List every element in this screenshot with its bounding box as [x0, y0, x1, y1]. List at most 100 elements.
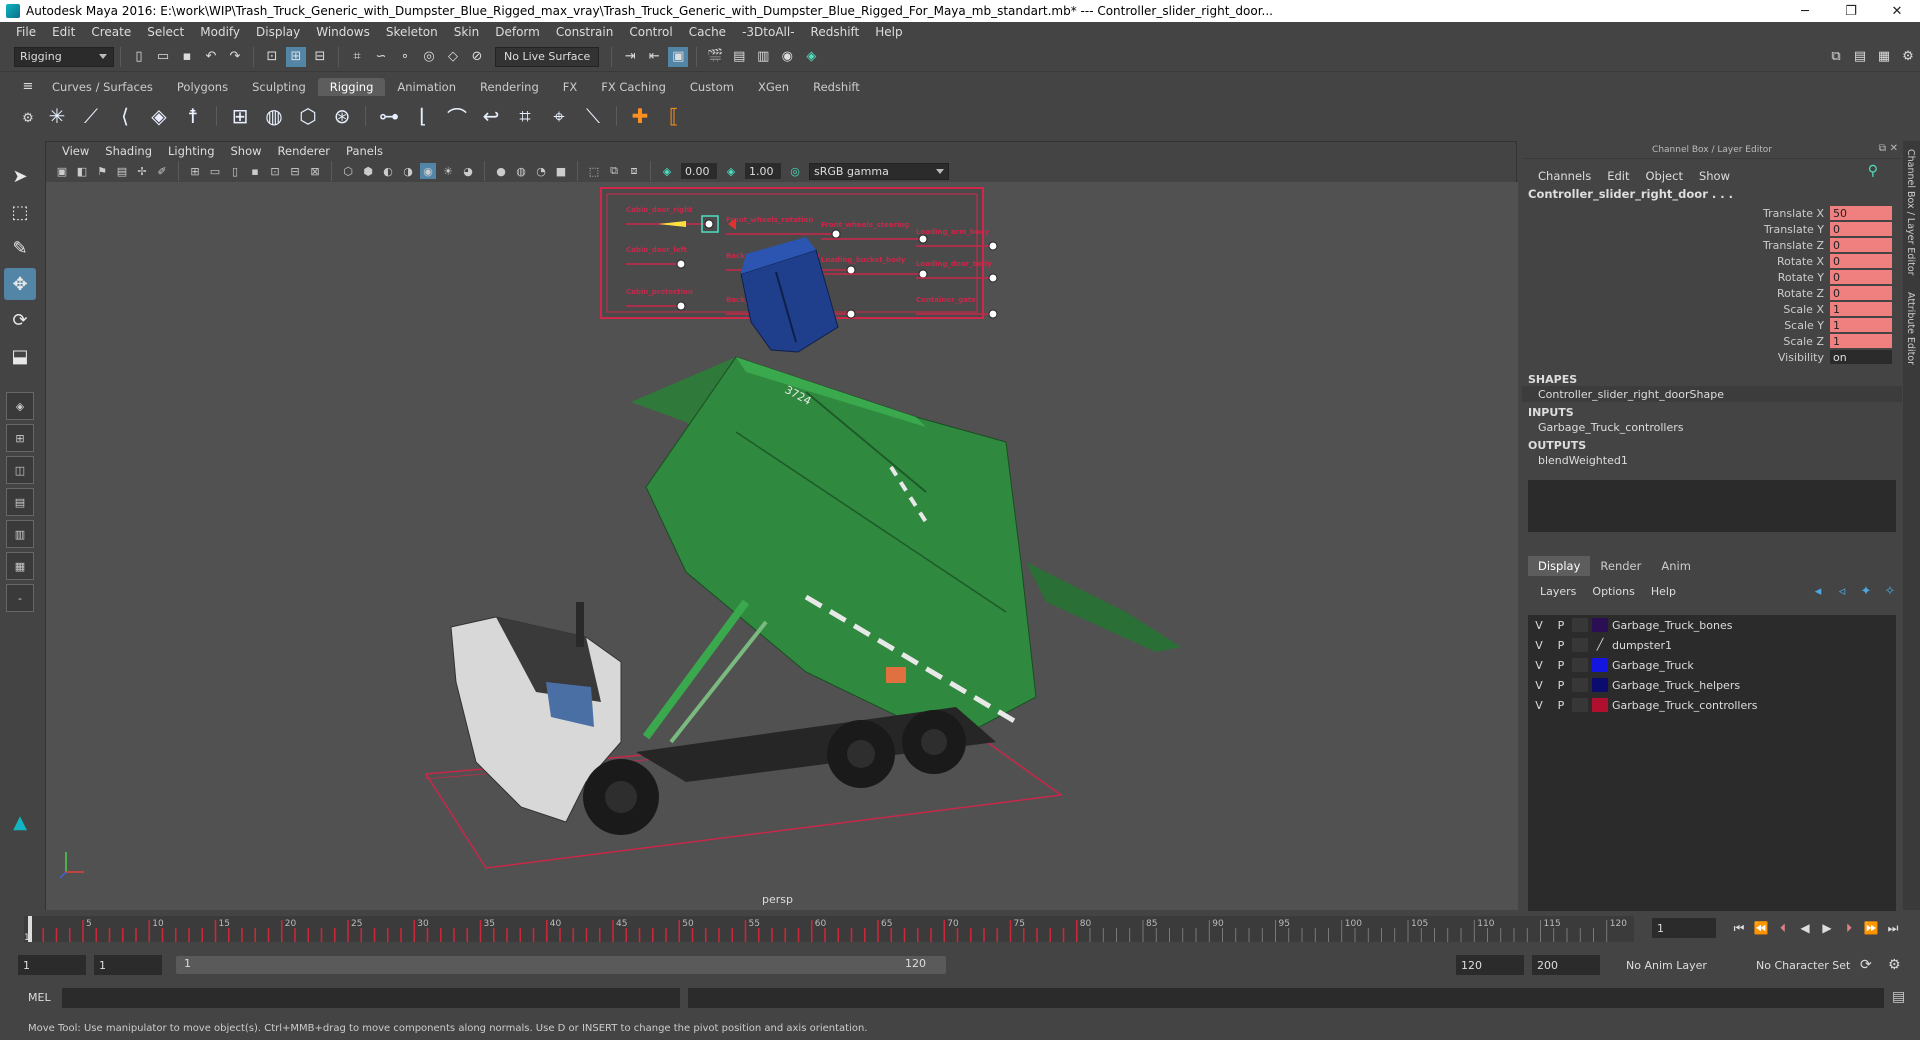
shelf-tab-redshift[interactable]: Redshift — [801, 78, 872, 96]
attribute-row-translate-y[interactable]: Translate Y 0 — [1522, 221, 1902, 237]
ambient-occlusion-icon[interactable]: ● — [493, 163, 509, 179]
character-set-dropdown[interactable]: No Character Set — [1756, 955, 1850, 975]
new-layer-icon[interactable]: ✦ — [1856, 581, 1876, 601]
maya-home-icon[interactable]: ▲ — [4, 806, 36, 838]
layer-menu-layers[interactable]: Layers — [1532, 585, 1584, 598]
step-back-key-icon[interactable]: ⏪ — [1750, 918, 1772, 938]
input-output-icon[interactable]: ⇥ — [620, 47, 640, 67]
anim-prefs-icon[interactable]: ⚙ — [1888, 955, 1901, 975]
menu-deform[interactable]: Deform — [487, 25, 548, 39]
time-slider-track[interactable]: 5 10 15 20 25 30 35 40 45 50 55 60 65 70 75 80 85 90 95 100… — [24, 916, 1634, 943]
layer-name[interactable]: Garbage_Truck — [1612, 659, 1896, 672]
step-back-frame-icon[interactable]: ⏴ — [1772, 918, 1794, 938]
new-scene-icon[interactable]: ▯ — [129, 47, 149, 67]
ik-handle-icon[interactable]: ⟋ — [76, 101, 106, 131]
render-settings-icon[interactable]: ▣ — [668, 46, 689, 67]
layer-name[interactable]: dumpster1 — [1612, 639, 1896, 652]
controller-slider-knob[interactable] — [988, 273, 998, 283]
move-tool-icon[interactable]: ✥ — [4, 268, 36, 300]
script-editor-icon[interactable]: ▤ — [1892, 989, 1905, 1005]
smooth-bind-icon[interactable]: ⬡ — [293, 101, 323, 131]
color-management-icon[interactable]: ◎ — [787, 163, 803, 179]
live-surface-field[interactable]: No Live Surface — [495, 46, 600, 67]
persp-graph-layout-icon[interactable]: ▦ — [6, 552, 34, 580]
render-view-icon[interactable]: ▥ — [753, 47, 773, 67]
layer-row[interactable]: V P Garbage_Truck_controllers — [1528, 695, 1896, 715]
controller-slider-knob[interactable] — [676, 301, 686, 311]
viewport-menu-lighting[interactable]: Lighting — [160, 144, 222, 158]
channel-menu-show[interactable]: Show — [1691, 169, 1738, 183]
attribute-row-scale-z[interactable]: Scale Z 1 — [1522, 333, 1902, 349]
menu-cache[interactable]: Cache — [681, 25, 734, 39]
menu-3dtoall[interactable]: -3DtoAll- — [734, 25, 802, 39]
layer-row[interactable]: V P Garbage_Truck_helpers — [1528, 675, 1896, 695]
layer-tab-render[interactable]: Render — [1590, 556, 1651, 576]
attribute-row-rotate-z[interactable]: Rotate Z 0 — [1522, 285, 1902, 301]
layer-name[interactable]: Garbage_Truck_controllers — [1612, 699, 1896, 712]
redo-icon[interactable]: ↷ — [225, 47, 245, 67]
layer-color-swatch[interactable] — [1592, 698, 1608, 712]
attribute-value-field[interactable]: 0 — [1830, 270, 1892, 284]
layer-type-toggle[interactable] — [1572, 618, 1588, 632]
move-layer-up-icon[interactable]: ◂ — [1808, 581, 1828, 601]
shelf-tab-sculpting[interactable]: Sculpting — [240, 78, 318, 96]
playback-end-field[interactable]: 120 — [1456, 955, 1524, 975]
use-lights-icon[interactable]: ☀ — [440, 163, 456, 179]
animation-start-field[interactable]: 1 — [18, 955, 86, 975]
channel-box-pick-icon[interactable]: ⚲ — [1868, 163, 1878, 179]
range-bar[interactable]: 1 120 — [176, 956, 946, 974]
visibility-toggle[interactable]: V — [1528, 699, 1550, 712]
open-scene-icon[interactable]: ▭ — [153, 47, 173, 67]
layer-name[interactable]: Garbage_Truck_bones — [1612, 619, 1896, 632]
channel-menu-channels[interactable]: Channels — [1530, 169, 1599, 183]
layer-type-toggle[interactable] — [1572, 638, 1588, 652]
minimize-button[interactable]: ─ — [1782, 0, 1828, 22]
smooth-shade-icon[interactable]: ⬢ — [360, 163, 376, 179]
layer-color-swatch[interactable] — [1592, 658, 1608, 672]
joint-tool-icon[interactable]: ✳ — [42, 101, 72, 131]
safe-title-icon[interactable]: ⊠ — [307, 163, 323, 179]
visibility-toggle[interactable]: V — [1528, 639, 1550, 652]
input-node[interactable]: Garbage_Truck_controllers — [1522, 419, 1902, 435]
hypershade-icon[interactable]: ◉ — [777, 47, 797, 67]
attribute-value-field[interactable]: 50 — [1830, 206, 1892, 220]
tool-settings-icon[interactable]: ⚙ — [1898, 47, 1918, 67]
bookmark-icon[interactable]: ⚑ — [94, 163, 110, 179]
menu-redshift[interactable]: Redshift — [803, 25, 868, 39]
outliner-layout-icon[interactable]: ▤ — [6, 488, 34, 516]
playback-toggle[interactable]: P — [1550, 699, 1572, 712]
xray-joints-icon[interactable]: ⧉ — [606, 163, 622, 179]
custom-rig-icon[interactable]: ⟦ — [659, 101, 689, 131]
3d-viewport[interactable]: Cabin_door_right Front_wheels_rotation Fro… — [46, 182, 1518, 910]
render-frame-icon[interactable]: 🎬 — [705, 47, 725, 67]
attribute-value-field[interactable]: 1 — [1830, 302, 1892, 316]
single-view-layout-icon[interactable]: ◈ — [6, 392, 34, 420]
attribute-value-field[interactable]: 0 — [1830, 238, 1892, 252]
four-view-layout-icon[interactable]: ⊞ — [6, 424, 34, 452]
menu-set-dropdown[interactable]: Rigging — [14, 46, 114, 67]
anti-alias-icon[interactable]: ◔ — [533, 163, 549, 179]
ipr-render-icon[interactable]: ▤ — [729, 47, 749, 67]
shelf-settings-icon[interactable]: ⚙ — [18, 108, 38, 128]
grease-pencil-icon[interactable]: ✐ — [154, 163, 170, 179]
layer-tab-display[interactable]: Display — [1528, 556, 1591, 576]
output-node[interactable]: blendWeighted1 — [1522, 452, 1902, 468]
shelf-tab-curves-surfaces[interactable]: Curves / Surfaces — [40, 78, 165, 96]
attribute-row-rotate-y[interactable]: Rotate Y 0 — [1522, 269, 1902, 285]
channel-menu-object[interactable]: Object — [1638, 169, 1691, 183]
visibility-toggle[interactable]: V — [1528, 659, 1550, 672]
layer-row[interactable]: V P ╱ dumpster1 — [1528, 635, 1896, 655]
locator-icon[interactable]: ✚ — [625, 101, 655, 131]
orient-constraint-icon[interactable]: ↩ — [476, 101, 506, 131]
go-to-end-icon[interactable]: ⏭ — [1882, 918, 1904, 938]
quick-rig-icon[interactable]: ☨ — [178, 101, 208, 131]
select-component-icon[interactable]: ⊟ — [310, 47, 330, 67]
textured-icon[interactable]: ◑ — [400, 163, 416, 179]
resolution-gate-icon[interactable]: ▯ — [227, 163, 243, 179]
attribute-value-field[interactable]: 0 — [1830, 286, 1892, 300]
layer-row[interactable]: V P Garbage_Truck_bones — [1528, 615, 1896, 635]
close-button[interactable]: ✕ — [1874, 0, 1920, 22]
safe-action-icon[interactable]: ⊟ — [287, 163, 303, 179]
camera-select-icon[interactable]: ▣ — [54, 163, 70, 179]
collapse-toolbox-icon[interactable]: - — [6, 584, 34, 612]
